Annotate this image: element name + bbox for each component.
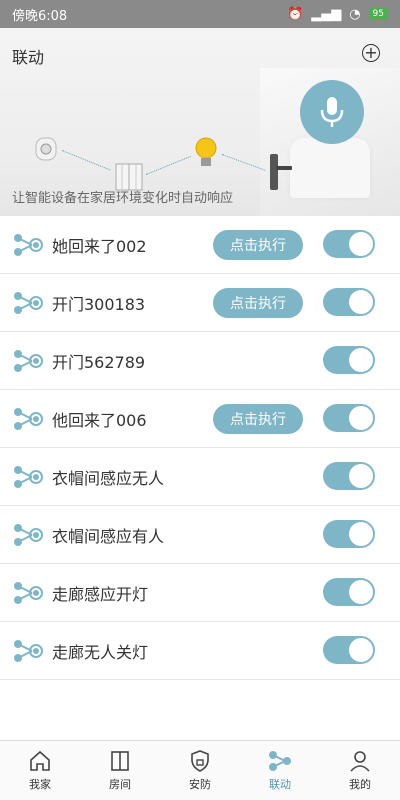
tab-label: 联动 <box>269 778 291 791</box>
profile-icon <box>350 751 370 772</box>
tab-label: 安防 <box>189 778 211 791</box>
connector-line <box>61 150 111 171</box>
linkage-toggle[interactable] <box>323 288 375 316</box>
toggle-knob <box>349 232 373 256</box>
linkage-row[interactable]: 走廊感应开灯 <box>0 564 400 622</box>
tab-security[interactable]: 安防 <box>160 741 240 800</box>
linkage-row[interactable]: 衣帽间感应无人 <box>0 448 400 506</box>
linkage-row[interactable]: 走廊无人关灯 <box>0 622 400 680</box>
linkage-toggle[interactable] <box>323 462 375 490</box>
linkage-row[interactable]: 他回来了006 点击执行 <box>0 390 400 448</box>
linkage-node-icon <box>14 292 43 314</box>
execute-button[interactable]: 点击执行 <box>213 288 303 318</box>
light-bulb-icon <box>195 137 217 166</box>
camera-icon <box>35 137 57 161</box>
tab-label: 我的 <box>349 778 371 791</box>
home-icon <box>30 750 50 771</box>
linkage-name: 她回来了002 <box>52 236 147 256</box>
linkage-row[interactable]: 衣帽间感应有人 <box>0 506 400 564</box>
tab-home[interactable]: 我家 <box>0 741 80 800</box>
linkage-name: 走廊感应开灯 <box>52 584 149 604</box>
wifi-icon: ◔ <box>349 6 361 22</box>
tab-linkage[interactable]: 联动 <box>240 741 320 800</box>
linkage-name: 走廊无人关灯 <box>52 642 149 662</box>
toggle-knob <box>349 522 373 546</box>
battery-icon: 95 <box>368 8 388 20</box>
linkage-icon <box>269 751 291 771</box>
linkage-toggle[interactable] <box>323 578 375 606</box>
toggle-knob <box>349 290 373 314</box>
linkage-row[interactable]: 开门300183 点击执行 <box>0 274 400 332</box>
toggle-knob <box>349 348 373 372</box>
connector-line <box>221 154 266 171</box>
alarm-icon: ⏰ <box>287 6 304 22</box>
status-bar: 傍晚6:08 ⏰ ▂▄▆ ◔ 95 <box>0 0 400 28</box>
linkage-name: 他回来了006 <box>52 410 147 430</box>
tab-room[interactable]: 房间 <box>80 741 160 800</box>
page-title: 联动 <box>12 48 45 67</box>
bottom-tab-bar: 我家 房间 安防 联动 我的 <box>0 740 400 800</box>
linkage-node-icon <box>14 582 43 604</box>
status-time: 傍晚6:08 <box>12 8 68 24</box>
linkage-toggle[interactable] <box>323 636 375 664</box>
linkage-list: 她回来了002 点击执行 开门300183 点击执行 开门562789 他回来了… <box>0 216 400 680</box>
linkage-row[interactable]: 开门562789 <box>0 332 400 390</box>
connector-line <box>145 156 191 175</box>
execute-button[interactable]: 点击执行 <box>213 230 303 260</box>
linkage-node-icon <box>14 350 43 372</box>
linkage-name: 开门300183 <box>52 294 146 314</box>
linkage-node-icon <box>14 524 43 546</box>
linkage-name: 开门562789 <box>52 352 146 372</box>
banner: 联动 + 让智能设备在家居环境变化时自动响应 <box>0 28 400 216</box>
tab-profile[interactable]: 我的 <box>320 741 400 800</box>
toggle-knob <box>349 638 373 662</box>
chair-illustration <box>290 138 370 198</box>
room-icon <box>111 751 129 771</box>
linkage-toggle[interactable] <box>323 346 375 374</box>
toggle-knob <box>349 464 373 488</box>
microphone-icon <box>320 97 344 127</box>
toggle-knob <box>349 580 373 604</box>
linkage-node-icon <box>14 234 43 256</box>
tab-label: 房间 <box>109 778 131 791</box>
linkage-toggle[interactable] <box>323 404 375 432</box>
toggle-knob <box>349 406 373 430</box>
linkage-node-icon <box>14 408 43 430</box>
banner-subtitle: 让智能设备在家居环境变化时自动响应 <box>12 191 234 206</box>
linkage-name: 衣帽间感应无人 <box>52 468 165 488</box>
execute-button[interactable]: 点击执行 <box>213 404 303 434</box>
plus-circle-icon[interactable]: + <box>362 44 380 62</box>
status-icons: ⏰ ▂▄▆ ◔ 95 <box>287 7 388 22</box>
signal-icon: ▂▄▆ <box>311 6 342 22</box>
linkage-row[interactable]: 她回来了002 点击执行 <box>0 216 400 274</box>
door-lock-icon <box>270 154 292 190</box>
linkage-node-icon <box>14 466 43 488</box>
linkage-name: 衣帽间感应有人 <box>52 526 165 546</box>
linkage-node-icon <box>14 640 43 662</box>
linkage-toggle[interactable] <box>323 520 375 548</box>
tab-label: 我家 <box>29 778 51 791</box>
linkage-toggle[interactable] <box>323 230 375 258</box>
microphone-button[interactable] <box>300 80 364 144</box>
security-icon <box>191 750 209 772</box>
